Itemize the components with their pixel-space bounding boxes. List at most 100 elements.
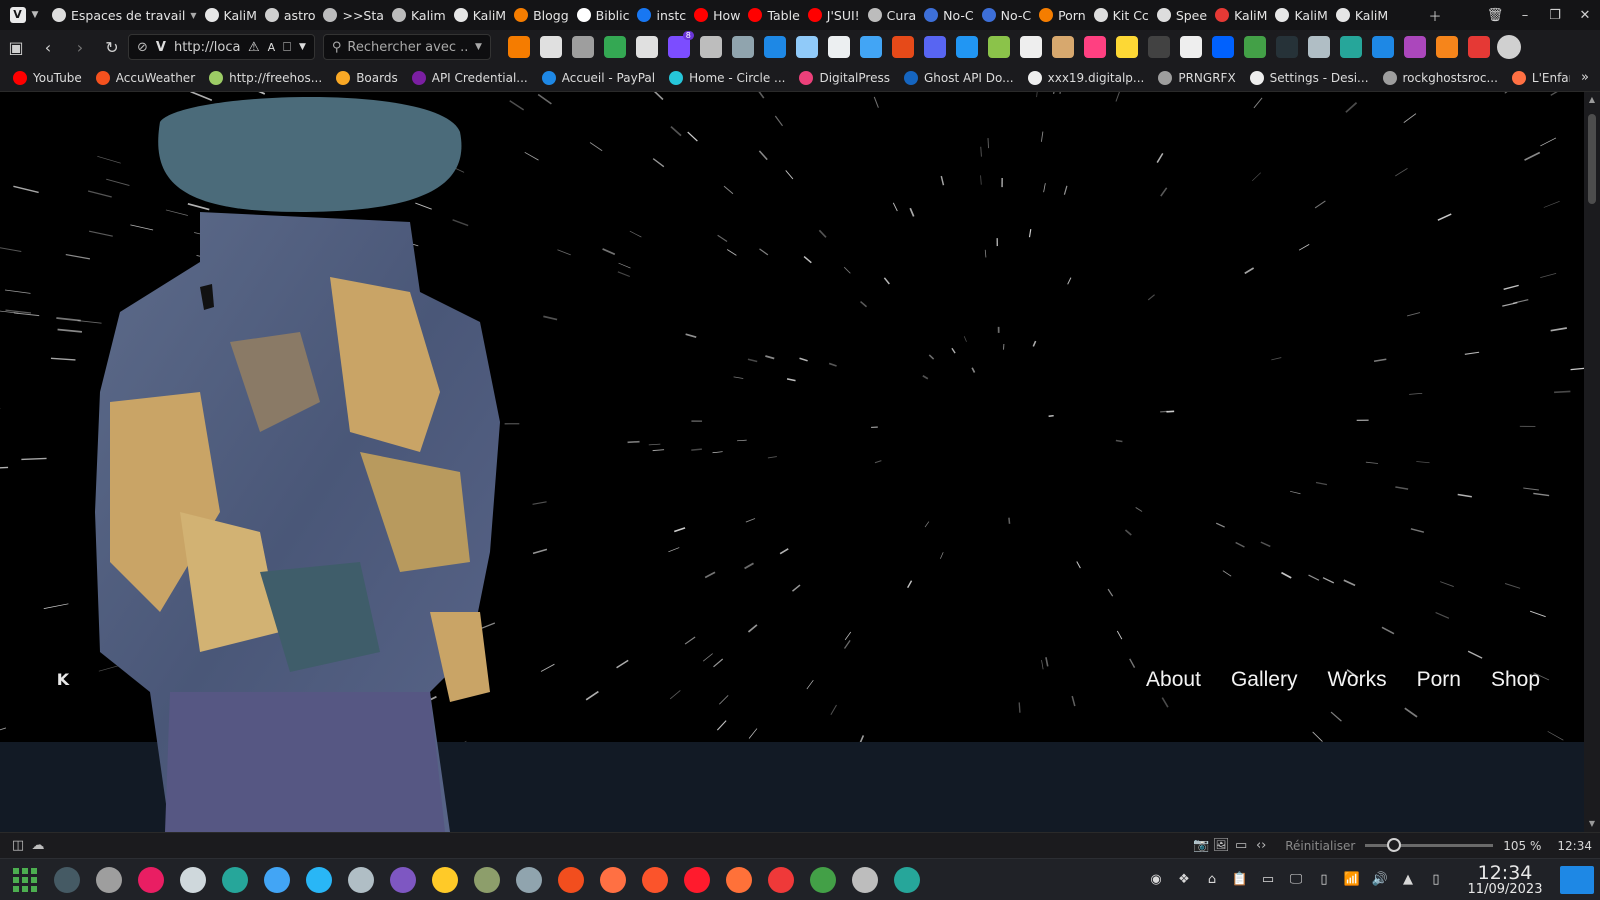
cloud-icon[interactable] bbox=[539, 36, 562, 58]
bookmark-item[interactable]: YouTube bbox=[6, 70, 89, 85]
ring-icon[interactable] bbox=[596, 863, 630, 897]
bird-icon[interactable] bbox=[302, 863, 336, 897]
tab-18[interactable]: KaliM bbox=[1211, 0, 1271, 30]
page-tiling-icon[interactable]: ▭ bbox=[1231, 836, 1251, 856]
fox-icon[interactable] bbox=[1435, 36, 1458, 58]
tab-10[interactable]: Table bbox=[744, 0, 803, 30]
figma-icon[interactable] bbox=[554, 863, 588, 897]
bookmark-item[interactable]: L'Enfant du R... bbox=[1505, 70, 1570, 85]
volume-icon[interactable]: 🔊 bbox=[1369, 869, 1391, 891]
ship-icon[interactable] bbox=[344, 863, 378, 897]
screenshot-icon[interactable] bbox=[763, 36, 786, 58]
battery-icon[interactable]: ▭ bbox=[1257, 869, 1279, 891]
tab-3[interactable]: >>Sta bbox=[319, 0, 387, 30]
download-icon[interactable] bbox=[134, 863, 168, 897]
url-text[interactable]: http://localh bbox=[174, 40, 240, 55]
wifi-icon[interactable]: 📶 bbox=[1341, 869, 1363, 891]
clipboard-tray-icon[interactable]: 📋 bbox=[1229, 869, 1251, 891]
puzzle-icon[interactable]: 8 bbox=[667, 31, 694, 58]
csv-icon[interactable] bbox=[1243, 36, 1266, 58]
display-icon[interactable]: 🖵 bbox=[1285, 869, 1307, 891]
page-scrollbar[interactable]: ▲ ▼ bbox=[1584, 92, 1600, 832]
bookmark-item[interactable]: http://freehos... bbox=[202, 70, 329, 85]
capture-icon[interactable]: 📷 bbox=[1191, 836, 1211, 856]
feather-icon[interactable] bbox=[795, 36, 818, 58]
blank-icon[interactable] bbox=[1275, 36, 1298, 58]
nav-link-works[interactable]: Works bbox=[1327, 668, 1386, 692]
more-bookmarks-icon[interactable]: » bbox=[1570, 70, 1600, 85]
cloud-sync-icon[interactable]: ☁ bbox=[28, 836, 48, 856]
drive-icon[interactable] bbox=[603, 36, 626, 58]
brave-icon[interactable] bbox=[638, 863, 672, 897]
files-icon[interactable] bbox=[92, 863, 126, 897]
pen-icon[interactable] bbox=[1083, 36, 1106, 58]
cookie-icon[interactable] bbox=[1051, 36, 1074, 58]
tab-16[interactable]: Kit Cc bbox=[1090, 0, 1153, 30]
office-icon[interactable] bbox=[891, 36, 914, 58]
device-icon[interactable]: ▯ bbox=[1313, 869, 1335, 891]
firefox-icon[interactable] bbox=[722, 863, 756, 897]
tab-13[interactable]: No-C bbox=[920, 0, 977, 30]
tab-17[interactable]: Spee bbox=[1153, 0, 1211, 30]
dropdown-icon[interactable]: ▼ bbox=[299, 42, 306, 52]
scrollbar-thumb[interactable] bbox=[1588, 114, 1596, 204]
forward-button[interactable]: › bbox=[64, 30, 96, 64]
profile-avatar[interactable] bbox=[1496, 35, 1521, 59]
zoom-slider-knob[interactable] bbox=[1387, 838, 1402, 852]
new-tab-button[interactable]: ＋ bbox=[1420, 0, 1450, 30]
images-icon[interactable]: 🖼 bbox=[1211, 836, 1231, 856]
panel-icon[interactable]: ◫ bbox=[8, 836, 28, 856]
notes-icon[interactable] bbox=[806, 863, 840, 897]
chess-icon[interactable] bbox=[507, 36, 530, 58]
close-window-button[interactable]: ✕ bbox=[1570, 0, 1600, 30]
tab-6[interactable]: Blogg bbox=[510, 0, 573, 30]
zoom-slider[interactable] bbox=[1365, 838, 1494, 852]
discord-icon[interactable] bbox=[923, 36, 946, 58]
camera-icon[interactable] bbox=[218, 863, 252, 897]
export-icon[interactable] bbox=[1339, 36, 1362, 58]
bookmark-item[interactable]: Settings - Desi... bbox=[1243, 70, 1376, 85]
scroll-up-icon[interactable]: ▲ bbox=[1588, 96, 1596, 104]
reload-button[interactable]: ↻ bbox=[96, 30, 128, 64]
vivaldi-menu-button[interactable]: V ▼ bbox=[0, 0, 48, 30]
tab-0[interactable]: Espaces de travail ▼ bbox=[48, 0, 201, 30]
eye-icon[interactable] bbox=[260, 863, 294, 897]
photo-icon[interactable] bbox=[987, 36, 1010, 58]
tab-1[interactable]: KaliM bbox=[201, 0, 261, 30]
search-field[interactable]: ⚲ Rechercher avec ... ▼ bbox=[322, 34, 491, 60]
back-button[interactable]: ‹ bbox=[32, 30, 64, 64]
tab-14[interactable]: No-C bbox=[978, 0, 1035, 30]
kdeconnect-icon[interactable]: ◉ bbox=[1145, 869, 1167, 891]
monitor-icon[interactable] bbox=[890, 863, 924, 897]
package-tray-icon[interactable]: ⌂ bbox=[1201, 869, 1223, 891]
dropbox-icon[interactable] bbox=[1211, 36, 1234, 58]
translate-icon[interactable]: A bbox=[268, 41, 276, 54]
red-square-icon[interactable] bbox=[1467, 36, 1490, 58]
note-icon[interactable] bbox=[1115, 36, 1138, 58]
matrix-icon[interactable] bbox=[1019, 36, 1042, 58]
people-icon[interactable] bbox=[1307, 36, 1330, 58]
taskbar-clock[interactable]: 12:34 11/09/2023 bbox=[1450, 863, 1560, 897]
nav-link-about[interactable]: About bbox=[1146, 668, 1201, 692]
address-bar[interactable]: ⊘ V http://localh ⚠ A ⎕ ▼ bbox=[128, 34, 315, 60]
tray-expand-icon[interactable]: ▲ bbox=[1397, 869, 1419, 891]
bookmark-icon[interactable]: ⎕ bbox=[283, 40, 291, 55]
terminal-icon[interactable] bbox=[50, 863, 84, 897]
octocat-icon[interactable] bbox=[1147, 36, 1170, 58]
maximize-button[interactable]: ❐ bbox=[1540, 0, 1570, 30]
tab-20[interactable]: KaliM bbox=[1332, 0, 1392, 30]
tag-icon[interactable] bbox=[571, 36, 594, 58]
tab-4[interactable]: Kalim bbox=[388, 0, 450, 30]
tab-5[interactable]: KaliM bbox=[450, 0, 510, 30]
app-launcher-icon[interactable] bbox=[8, 863, 42, 897]
search-engine-dropdown-icon[interactable]: ▼ bbox=[475, 42, 482, 52]
mouse-icon[interactable] bbox=[731, 36, 754, 58]
grammar-icon[interactable] bbox=[955, 36, 978, 58]
store-icon[interactable] bbox=[635, 36, 658, 58]
nav-link-porn[interactable]: Porn bbox=[1417, 668, 1461, 692]
bookmark-item[interactable]: rockghostsroc... bbox=[1376, 70, 1505, 85]
tab-2[interactable]: astro bbox=[261, 0, 320, 30]
bookmark-item[interactable]: Boards bbox=[329, 70, 405, 85]
bookmark-item[interactable]: Accueil - PayPal bbox=[535, 70, 662, 85]
vivaldi-icon[interactable] bbox=[764, 863, 798, 897]
